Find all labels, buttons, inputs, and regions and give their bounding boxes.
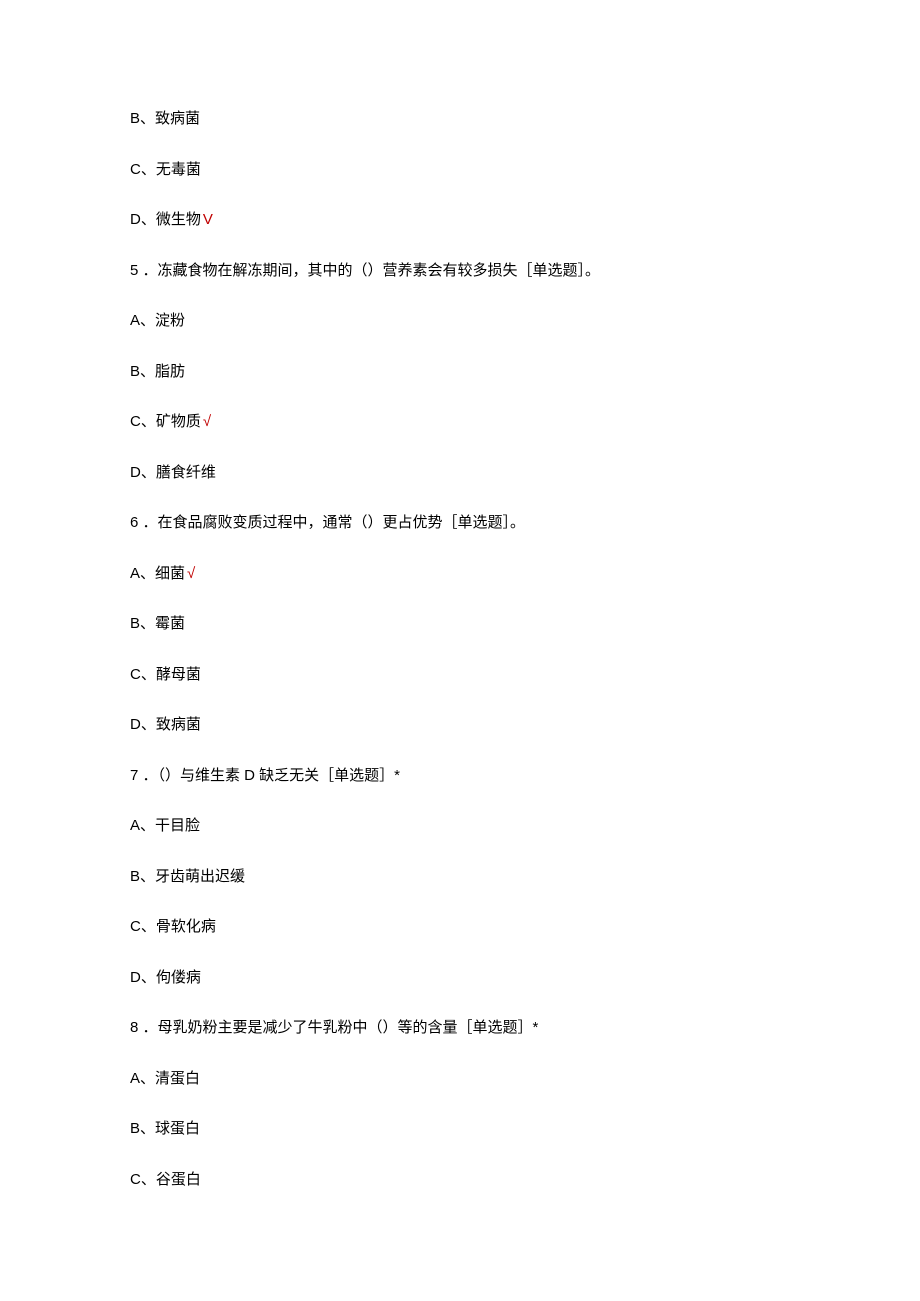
line-text: 谷蛋白 (156, 1171, 201, 1188)
line-text: 在食品腐败变质过程中，通常（）更占优势［单选题］。 (158, 514, 526, 531)
line-prefix: D、 (130, 969, 156, 986)
line-prefix: C、 (130, 666, 156, 683)
text-line: B、脂肪 (130, 361, 790, 384)
line-prefix: A、 (130, 565, 155, 582)
line-text: 矿物质 (156, 413, 201, 430)
line-prefix: B、 (130, 1120, 155, 1137)
line-text: 霉菌 (155, 615, 185, 632)
line-text: 致病菌 (156, 716, 201, 733)
line-prefix: D、 (130, 716, 156, 733)
line-text: 球蛋白 (155, 1120, 200, 1137)
line-text: 母乳奶粉主要是减少了牛乳粉中（）等的含量［单选题］* (158, 1019, 539, 1036)
text-line: 6 ．在食品腐败变质过程中，通常（）更占优势［单选题］。 (130, 512, 790, 535)
line-prefix: C、 (130, 413, 156, 430)
line-prefix: 5 ． (130, 262, 158, 279)
text-line: D、微生物V (130, 209, 790, 232)
line-prefix: 8 ． (130, 1019, 158, 1036)
line-text: 淀粉 (155, 312, 185, 329)
line-text: 无毒菌 (156, 161, 201, 178)
line-text: 佝偻病 (156, 969, 201, 986)
text-line: A、细菌√ (130, 563, 790, 586)
text-line: 7 ．（）与维生素 D 缺乏无关［单选题］* (130, 765, 790, 788)
document-content: B、致病菌C、无毒菌D、微生物V5 ．冻藏食物在解冻期间，其中的（）营养素会有较… (130, 108, 790, 1191)
line-prefix: C、 (130, 161, 156, 178)
text-line: B、牙齿萌出迟缓 (130, 866, 790, 889)
text-line: A、清蛋白 (130, 1068, 790, 1091)
correct-mark-icon: √ (203, 413, 211, 430)
line-text: 致病菌 (155, 110, 200, 127)
line-prefix: C、 (130, 1171, 156, 1188)
line-text: 骨软化病 (156, 918, 216, 935)
line-text: 膳食纤维 (156, 464, 216, 481)
text-line: D、致病菌 (130, 714, 790, 737)
text-line: C、酵母菌 (130, 664, 790, 687)
text-line: A、淀粉 (130, 310, 790, 333)
line-prefix: 7 ． (130, 767, 158, 784)
line-text: 清蛋白 (155, 1070, 200, 1087)
text-line: C、谷蛋白 (130, 1169, 790, 1192)
text-line: 5 ．冻藏食物在解冻期间，其中的（）营养素会有较多损失［单选题］。 (130, 260, 790, 283)
text-line: D、佝偻病 (130, 967, 790, 990)
line-prefix: A、 (130, 817, 155, 834)
line-prefix: 6 ． (130, 514, 158, 531)
text-line: C、无毒菌 (130, 159, 790, 182)
line-text: 脂肪 (155, 363, 185, 380)
line-prefix: B、 (130, 868, 155, 885)
line-text: 干目脸 (155, 817, 200, 834)
text-line: A、干目脸 (130, 815, 790, 838)
line-text: 酵母菌 (156, 666, 201, 683)
line-prefix: B、 (130, 363, 155, 380)
correct-mark-icon: V (203, 211, 213, 228)
text-line: B、致病菌 (130, 108, 790, 131)
text-line: C、骨软化病 (130, 916, 790, 939)
line-prefix: C、 (130, 918, 156, 935)
line-prefix: D、 (130, 211, 156, 228)
line-prefix: A、 (130, 1070, 155, 1087)
line-text: 牙齿萌出迟缓 (155, 868, 245, 885)
line-prefix: B、 (130, 110, 155, 127)
line-text: 冻藏食物在解冻期间，其中的（）营养素会有较多损失［单选题］。 (158, 262, 601, 279)
text-line: B、霉菌 (130, 613, 790, 636)
line-text: 微生物 (156, 211, 201, 228)
line-prefix: B、 (130, 615, 155, 632)
text-line: D、膳食纤维 (130, 462, 790, 485)
text-line: 8 ．母乳奶粉主要是减少了牛乳粉中（）等的含量［单选题］* (130, 1017, 790, 1040)
text-line: C、矿物质√ (130, 411, 790, 434)
line-text: （）与维生素 D 缺乏无关［单选题］* (158, 767, 401, 784)
text-line: B、球蛋白 (130, 1118, 790, 1141)
line-prefix: A、 (130, 312, 155, 329)
correct-mark-icon: √ (187, 565, 195, 582)
line-prefix: D、 (130, 464, 156, 481)
line-text: 细菌 (155, 565, 185, 582)
